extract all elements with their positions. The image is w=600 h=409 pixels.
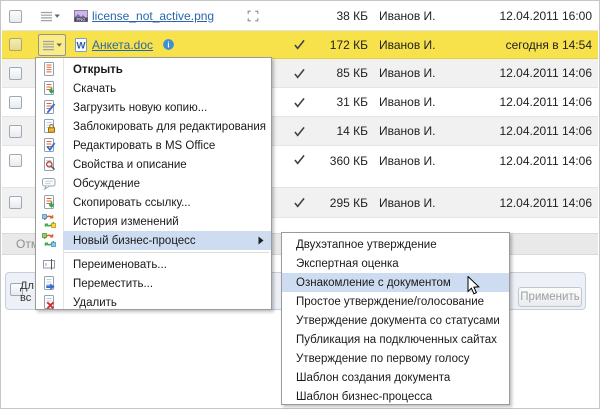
open-icon xyxy=(41,61,57,77)
row-checkbox-cell xyxy=(9,88,22,116)
file-date: 12.04.2011 14:06 xyxy=(499,88,592,116)
row-menu-button-active[interactable] xyxy=(38,34,66,56)
file-size: 295 КБ xyxy=(302,188,368,217)
row-checkbox-cell xyxy=(9,59,22,87)
row-checkbox[interactable] xyxy=(9,125,22,138)
file-link[interactable]: license_not_active.png xyxy=(92,2,214,30)
delete-icon xyxy=(41,294,57,310)
row-checkbox[interactable] xyxy=(9,154,22,167)
menu-item-discussion[interactable]: Обсуждение xyxy=(36,174,271,193)
file-link[interactable]: Анкета.doc xyxy=(92,31,153,58)
menu-item-rename[interactable]: Переименовать... xyxy=(36,255,271,274)
file-date: 12.04.2011 16:00 xyxy=(499,2,592,30)
menu-item-open[interactable]: Открыть xyxy=(36,60,271,79)
document-library-screen: PNG license_not_active.png 38 КБ Иванов … xyxy=(0,0,600,409)
table-row-selected: W Анкета.doc i 172 КБ Иванов И. сегодня … xyxy=(2,31,598,59)
file-date: 12.04.2011 14:06 xyxy=(499,117,592,145)
file-date: 12.04.2011 14:06 xyxy=(499,188,592,217)
menu-item-edit-office[interactable]: Редактировать в MS Office xyxy=(36,136,271,155)
table-row: PNG license_not_active.png 38 КБ Иванов … xyxy=(2,2,598,31)
file-author: Иванов И. xyxy=(379,59,436,87)
context-menu: Открыть Скачать Загрузить новую копию...… xyxy=(35,57,272,310)
submenu-item-expert[interactable]: Экспертная оценка xyxy=(282,254,509,273)
submenu-item-acquaintance[interactable]: Ознакомление с документом xyxy=(282,273,509,292)
menu-item-copy-link[interactable]: Скопировать ссылку... xyxy=(36,193,271,212)
upload-icon xyxy=(41,99,57,115)
file-author: Иванов И. xyxy=(379,117,436,145)
hamburger-icon xyxy=(41,37,63,53)
row-menu-button[interactable] xyxy=(39,2,61,30)
file-author: Иванов И. xyxy=(379,88,436,116)
row-checkbox-cell xyxy=(9,31,22,58)
menu-item-upload-copy[interactable]: Загрузить новую копию... xyxy=(36,98,271,117)
file-author: Иванов И. xyxy=(379,31,436,58)
download-icon xyxy=(41,80,57,96)
magnifier-icon xyxy=(41,156,57,172)
row-checkbox-cell xyxy=(9,188,22,217)
file-date: 12.04.2011 14:06 xyxy=(499,146,592,187)
file-size: 14 КБ xyxy=(302,117,368,145)
apply-button[interactable]: Применить xyxy=(518,287,582,307)
menu-item-new-bizproc[interactable]: Новый бизнес-процесс xyxy=(36,231,271,250)
doc-file-icon: W xyxy=(73,31,89,58)
submenu-item-bp-template[interactable]: Шаблон бизнес-процесса xyxy=(282,387,509,406)
row-checkbox[interactable] xyxy=(9,67,22,80)
file-author: Иванов И. xyxy=(379,2,436,30)
speech-bubble-icon xyxy=(41,175,57,191)
history-icon xyxy=(41,213,57,229)
file-size: 360 КБ xyxy=(302,146,368,187)
file-size: 85 КБ xyxy=(302,59,368,87)
row-checkbox-cell xyxy=(9,2,22,30)
edit-icon xyxy=(41,137,57,153)
menu-item-lock[interactable]: Заблокировать для редактирования xyxy=(36,117,271,136)
rename-icon xyxy=(41,256,57,272)
bizproc-submenu: Двухэтапное утверждение Экспертная оценк… xyxy=(281,232,510,405)
lock-icon xyxy=(41,118,57,134)
expand-icon[interactable] xyxy=(246,2,260,30)
menu-item-history[interactable]: История изменений xyxy=(36,212,271,231)
submenu-item-status-approval[interactable]: Утверждение документа со статусами xyxy=(282,311,509,330)
row-checkbox[interactable] xyxy=(9,10,22,23)
png-file-icon: PNG xyxy=(73,2,89,30)
file-author: Иванов И. xyxy=(379,188,436,217)
file-size: 31 КБ xyxy=(302,88,368,116)
row-checkbox-cell xyxy=(9,117,22,145)
file-author: Иванов И. xyxy=(379,146,436,187)
file-date: сегодня в 14:54 xyxy=(506,31,592,58)
submenu-item-doc-template[interactable]: Шаблон создания документа xyxy=(282,368,509,387)
menu-item-move[interactable]: Переместить... xyxy=(36,274,271,293)
file-size: 172 КБ xyxy=(302,31,368,58)
submenu-item-two-stage[interactable]: Двухэтапное утверждение xyxy=(282,235,509,254)
submenu-arrow-icon xyxy=(258,236,264,245)
row-checkbox[interactable] xyxy=(9,96,22,109)
menu-item-delete[interactable]: Удалить xyxy=(36,293,271,312)
svg-text:i: i xyxy=(167,40,169,49)
menu-item-properties[interactable]: Свойства и описание xyxy=(36,155,271,174)
row-checkbox[interactable] xyxy=(9,38,22,51)
menu-item-download[interactable]: Скачать xyxy=(36,79,271,98)
for-all-label: Дл вс xyxy=(20,280,34,304)
bizproc-icon xyxy=(41,232,57,248)
file-size: 38 КБ xyxy=(302,2,368,30)
svg-text:W: W xyxy=(77,40,86,51)
hamburger-icon xyxy=(39,8,61,24)
copy-link-icon xyxy=(41,194,57,210)
file-date: 12.04.2011 14:06 xyxy=(499,59,592,87)
row-checkbox[interactable] xyxy=(9,196,22,209)
row-checkbox-cell xyxy=(9,146,22,187)
submenu-item-simple-vote[interactable]: Простое утверждение/голосование xyxy=(282,292,509,311)
move-icon xyxy=(41,275,57,291)
submenu-item-publication[interactable]: Публикация на подключенных сайтах xyxy=(282,330,509,349)
svg-text:PNG: PNG xyxy=(76,17,85,22)
info-icon[interactable]: i xyxy=(161,31,176,58)
submenu-item-first-vote[interactable]: Утверждение по первому голосу xyxy=(282,349,509,368)
